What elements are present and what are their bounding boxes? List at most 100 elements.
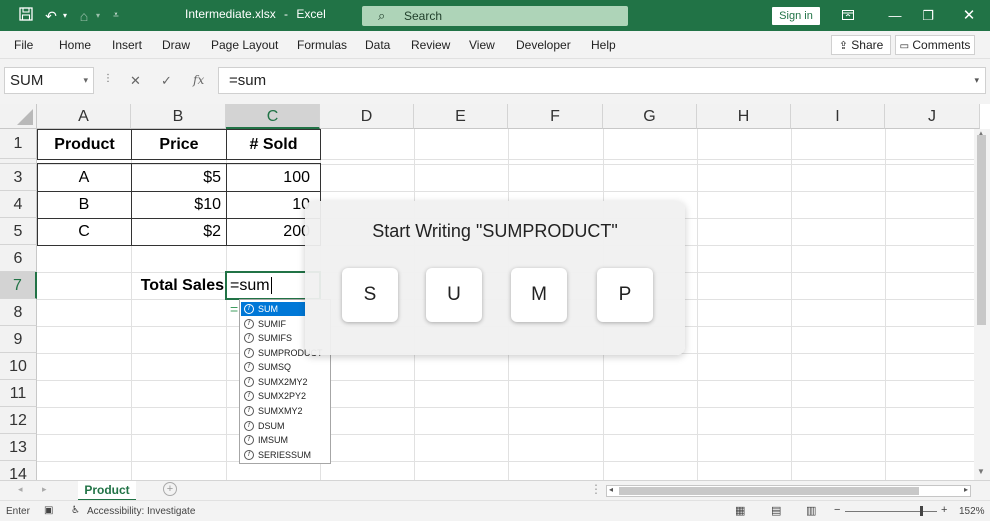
column-header-j[interactable]: J bbox=[885, 104, 980, 129]
column-header-g[interactable]: G bbox=[603, 104, 697, 129]
column-header-h[interactable]: H bbox=[697, 104, 791, 129]
zoom-slider-thumb[interactable] bbox=[920, 506, 923, 516]
menu-draw[interactable]: Draw bbox=[162, 38, 190, 52]
row-header-6[interactable]: 6 bbox=[0, 245, 37, 272]
cell-c1[interactable]: # Sold bbox=[226, 129, 321, 160]
autocomplete-item[interactable]: f SERIESSUM bbox=[241, 448, 329, 462]
save-icon[interactable] bbox=[16, 6, 36, 26]
cell-b4[interactable]: $10 bbox=[131, 191, 221, 218]
row-header-8[interactable]: 8 bbox=[0, 299, 37, 326]
autocomplete-item[interactable]: f SUMSQ bbox=[241, 360, 329, 374]
normal-view-icon[interactable]: ▦ bbox=[735, 504, 745, 517]
autocomplete-item[interactable]: f DSUM bbox=[241, 419, 329, 433]
scroll-left-icon[interactable]: ◂ bbox=[609, 485, 613, 494]
row-header-9[interactable]: 9 bbox=[0, 326, 37, 353]
cell-a1[interactable]: Product bbox=[37, 129, 132, 160]
vertical-scrollbar[interactable]: ▲ ▼ bbox=[974, 129, 990, 480]
vertical-scroll-thumb[interactable] bbox=[977, 135, 986, 325]
row-header-5[interactable]: 5 bbox=[0, 218, 37, 245]
column-header-e[interactable]: E bbox=[414, 104, 508, 129]
accessibility-status[interactable]: Accessibility: Investigate bbox=[87, 506, 195, 517]
zoom-slider[interactable] bbox=[845, 511, 937, 512]
paint-bucket-icon[interactable]: ⌂ bbox=[76, 6, 92, 26]
autocomplete-item[interactable]: f SUMXMY2 bbox=[241, 404, 329, 418]
name-box-dropdown-icon[interactable]: ▾ bbox=[83, 68, 88, 93]
page-break-preview-icon[interactable]: ▥ bbox=[806, 504, 816, 517]
next-sheet-icon[interactable]: ▸ bbox=[42, 484, 47, 495]
column-header-a[interactable]: A bbox=[37, 104, 131, 129]
zoom-in-icon[interactable]: + bbox=[941, 504, 947, 516]
row-header-1[interactable]: 1 bbox=[0, 129, 37, 159]
search-box[interactable]: ⌕ Search bbox=[362, 6, 628, 26]
select-all-corner[interactable] bbox=[0, 104, 37, 129]
menu-data[interactable]: Data bbox=[365, 38, 390, 52]
column-header-d[interactable]: D bbox=[320, 104, 414, 129]
menu-review[interactable]: Review bbox=[411, 38, 450, 52]
row-header-10[interactable]: 10 bbox=[0, 353, 37, 380]
row-header-3[interactable]: 3 bbox=[0, 164, 37, 191]
autocomplete-item[interactable]: f SUMX2MY2 bbox=[241, 375, 329, 389]
undo-icon[interactable]: ↶ bbox=[42, 6, 60, 26]
insert-function-icon[interactable]: fx bbox=[193, 73, 204, 87]
tab-splitter-icon[interactable]: ⋮ bbox=[590, 482, 602, 496]
menu-home[interactable]: Home bbox=[59, 38, 91, 52]
cell-a3[interactable]: A bbox=[37, 164, 131, 191]
column-header-i[interactable]: I bbox=[791, 104, 885, 129]
cancel-icon[interactable]: ✕ bbox=[130, 73, 141, 89]
cell-b7[interactable]: Total Sales bbox=[131, 272, 224, 299]
scroll-down-icon[interactable]: ▼ bbox=[977, 467, 985, 476]
menu-view[interactable]: View bbox=[469, 38, 495, 52]
close-icon[interactable]: ✕ bbox=[954, 5, 984, 27]
menu-help[interactable]: Help bbox=[591, 38, 616, 52]
cell-b1[interactable]: Price bbox=[131, 129, 227, 160]
column-header-b[interactable]: B bbox=[131, 104, 226, 129]
scroll-right-icon[interactable]: ▸ bbox=[964, 485, 968, 494]
menu-file[interactable]: File bbox=[14, 38, 33, 52]
cell-b3[interactable]: $5 bbox=[131, 164, 221, 191]
add-sheet-icon[interactable]: + bbox=[163, 482, 177, 496]
menu-developer[interactable]: Developer bbox=[516, 38, 571, 52]
prev-sheet-icon[interactable]: ◂ bbox=[18, 484, 23, 495]
zoom-level[interactable]: 152% bbox=[959, 506, 985, 517]
column-header-f[interactable]: F bbox=[508, 104, 603, 129]
autocomplete-item[interactable]: f SUMX2PY2 bbox=[241, 389, 329, 403]
sheet-tab-product[interactable]: Product bbox=[78, 481, 136, 501]
menu-formulas[interactable]: Formulas bbox=[297, 38, 347, 52]
comments-button[interactable]: ▭ Comments bbox=[895, 35, 975, 55]
menu-page-layout[interactable]: Page Layout bbox=[211, 38, 278, 52]
column-header-c[interactable]: C bbox=[226, 104, 320, 129]
cell-c5[interactable]: 200 bbox=[226, 218, 310, 245]
expand-formula-bar-icon[interactable]: ▾ bbox=[974, 68, 979, 93]
page-layout-view-icon[interactable]: ▤ bbox=[771, 504, 781, 517]
row-header-4[interactable]: 4 bbox=[0, 191, 37, 218]
cell-b5[interactable]: $2 bbox=[131, 218, 221, 245]
share-button[interactable]: ⇪ Share bbox=[831, 35, 891, 55]
autocomplete-item[interactable]: f SUM bbox=[241, 302, 305, 316]
more-options-icon[interactable]: ⋮ bbox=[103, 73, 113, 84]
zoom-out-icon[interactable]: − bbox=[834, 504, 840, 516]
menu-insert[interactable]: Insert bbox=[112, 38, 142, 52]
restore-icon[interactable]: ❐ bbox=[913, 5, 943, 27]
row-header-11[interactable]: 11 bbox=[0, 380, 37, 407]
cell-a4[interactable]: B bbox=[37, 191, 131, 218]
horizontal-scrollbar[interactable]: ◂ ▸ bbox=[606, 485, 971, 497]
cell-a5[interactable]: C bbox=[37, 218, 131, 245]
row-header-13[interactable]: 13 bbox=[0, 434, 37, 461]
ribbon-display-options-icon[interactable] bbox=[833, 5, 863, 27]
enter-check-icon[interactable]: ✓ bbox=[161, 73, 172, 89]
cell-c3[interactable]: 100 bbox=[226, 164, 310, 191]
sign-in-button[interactable]: Sign in bbox=[772, 7, 820, 25]
formula-input[interactable]: =sum ▾ bbox=[218, 67, 986, 94]
customize-quick-access-icon[interactable]: ⩡ bbox=[109, 6, 123, 26]
autocomplete-item[interactable]: f IMSUM bbox=[241, 433, 329, 447]
horizontal-scroll-thumb[interactable] bbox=[619, 487, 919, 495]
row-header-7[interactable]: 7 bbox=[0, 272, 37, 299]
name-box[interactable]: SUM ▾ bbox=[4, 67, 94, 94]
redo-dropdown-icon[interactable]: ▾ bbox=[93, 6, 103, 26]
cell-c4[interactable]: 10 bbox=[226, 191, 310, 218]
minimize-icon[interactable]: — bbox=[880, 5, 910, 27]
undo-dropdown-icon[interactable]: ▾ bbox=[60, 6, 70, 26]
macro-recording-icon[interactable]: ▣ bbox=[44, 505, 53, 516]
accessibility-icon[interactable]: ♿ bbox=[71, 505, 80, 516]
row-header-14[interactable]: 14 bbox=[0, 461, 37, 480]
